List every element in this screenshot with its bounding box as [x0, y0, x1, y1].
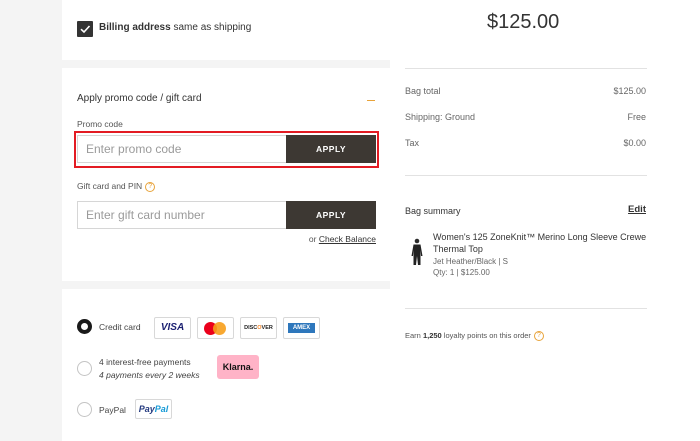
bag-total-label: Bag total	[405, 86, 441, 96]
gift-card-apply-button[interactable]: APPLY	[286, 201, 376, 229]
paypal-text-a: Pay	[138, 404, 155, 414]
mastercard-logo	[197, 317, 234, 339]
promo-apply-button[interactable]: APPLY	[286, 135, 376, 163]
discover-text-a: DISC	[244, 325, 258, 331]
edit-bag-link[interactable]: Edit	[628, 204, 646, 215]
billing-label-bold: Billing address	[99, 22, 171, 33]
divider	[405, 68, 647, 69]
bag-total-value: $125.00	[613, 86, 646, 96]
tax-label: Tax	[405, 138, 420, 148]
check-balance-row: or Check Balance	[309, 234, 376, 244]
loyalty-help-icon[interactable]: ?	[533, 331, 544, 341]
credit-card-radio[interactable]	[77, 319, 92, 334]
amex-logo: AMEX	[283, 317, 320, 339]
promo-section-title[interactable]: Apply promo code / gift card	[77, 93, 202, 104]
check-balance-link[interactable]: Check Balance	[319, 234, 376, 244]
order-total: $125.00	[487, 11, 560, 33]
divider	[405, 308, 647, 309]
or-text: or	[308, 234, 319, 244]
visa-logo: VISA	[154, 317, 191, 339]
product-name[interactable]: Women's 125 ZoneKnit™ Merino Long Sleeve…	[433, 231, 648, 255]
paypal-logo: PayPal	[135, 399, 172, 419]
billing-card: Billing address same as shipping	[62, 0, 390, 60]
paypal-label[interactable]: PayPal	[99, 405, 126, 415]
shipping-label: Shipping: Ground	[405, 112, 476, 122]
klarna-sublabel: 4 payments every 2 weeks	[99, 370, 200, 380]
loyalty-prefix: Earn	[405, 331, 423, 340]
klarna-logo: Klarna.	[217, 355, 259, 379]
payment-card: Credit card VISA DISCOVER AMEX 4 interes…	[62, 289, 390, 441]
help-icon[interactable]: ?	[145, 182, 156, 192]
product-thumbnail[interactable]	[410, 238, 424, 268]
billing-same-label[interactable]: Billing address same as shipping	[99, 22, 251, 33]
divider	[405, 175, 647, 176]
klarna-radio[interactable]	[77, 361, 92, 376]
promo-code-input[interactable]	[77, 135, 287, 163]
promo-code-label: Promo code	[77, 119, 123, 129]
billing-label-rest: same as shipping	[170, 22, 252, 33]
product-qty-price: Qty: 1 | $125.00	[433, 268, 490, 277]
product-variant: Jet Heather/Black | S	[433, 257, 508, 266]
mastercard-circle-orange	[213, 322, 226, 335]
discover-logo-text: DISCOVER	[241, 325, 276, 331]
loyalty-points-text: Earn 1,250 loyalty points on this order?	[405, 331, 544, 341]
amex-logo-text: AMEX	[288, 323, 315, 333]
collapse-icon[interactable]	[367, 100, 375, 101]
bag-summary-title: Bag summary	[405, 206, 461, 216]
promo-card: Apply promo code / gift card Promo code …	[62, 68, 390, 281]
klarna-label[interactable]: 4 interest-free payments	[99, 357, 191, 367]
gift-card-label: Gift card and PIN?	[77, 181, 156, 192]
credit-card-label[interactable]: Credit card	[99, 322, 141, 332]
paypal-radio[interactable]	[77, 402, 92, 417]
checkmark-icon	[80, 25, 91, 34]
loyalty-points-value: 1,250	[422, 331, 442, 340]
shipping-value: Free	[627, 112, 646, 122]
gift-card-label-text: Gift card and PIN	[77, 181, 143, 191]
paypal-text-b: Pal	[154, 404, 169, 414]
discover-logo: DISCOVER	[240, 317, 277, 339]
gift-card-input[interactable]	[77, 201, 287, 229]
visa-logo-text: VISA	[160, 322, 185, 333]
tax-value: $0.00	[623, 138, 646, 148]
billing-same-checkbox[interactable]	[77, 21, 93, 37]
loyalty-suffix: loyalty points on this order	[441, 331, 531, 340]
discover-text-b: VER	[261, 325, 273, 331]
